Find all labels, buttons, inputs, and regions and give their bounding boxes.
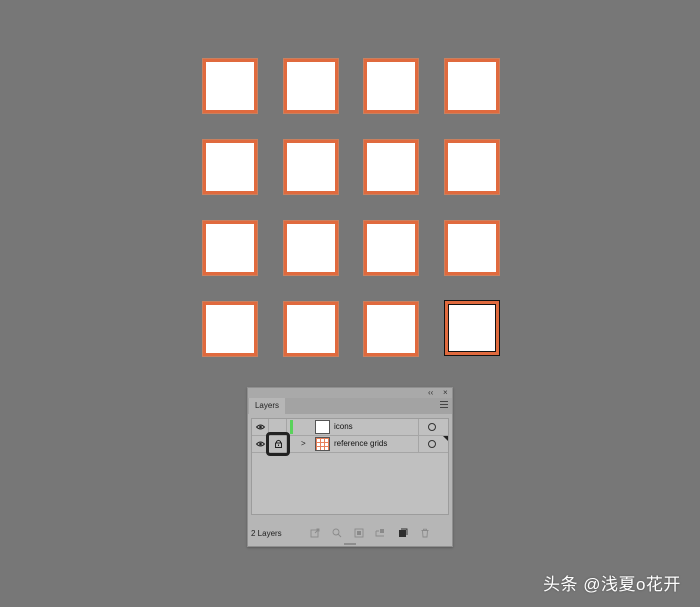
panel-footer: 2 Layers	[248, 526, 452, 542]
grid-tile[interactable]	[203, 221, 257, 275]
target-circle-icon[interactable]	[428, 440, 436, 448]
grid-tile[interactable]	[364, 221, 418, 275]
layer-color-indicator	[290, 420, 293, 434]
grid-tile[interactable]	[203, 302, 257, 356]
layers-count: 2 Layers	[251, 529, 282, 538]
grid-tile[interactable]	[284, 140, 338, 194]
selection-indicator	[443, 436, 448, 441]
layer-thumbnail	[315, 420, 330, 434]
export-icon[interactable]	[310, 528, 320, 538]
panel-title-bar[interactable]: ‹‹ ×	[248, 388, 452, 398]
layer-name[interactable]: icons	[334, 419, 353, 435]
layers-panel: ‹‹ × Layers icons > reference grids 2 La…	[247, 387, 453, 547]
panel-menu-icon[interactable]	[440, 401, 448, 410]
grid-tile[interactable]	[203, 59, 257, 113]
chevron-right-icon[interactable]: >	[301, 439, 306, 449]
layer-name[interactable]: reference grids	[334, 436, 387, 452]
locate-object-icon[interactable]	[332, 528, 342, 538]
target-circle-icon[interactable]	[428, 423, 436, 431]
grid-tile[interactable]	[445, 140, 499, 194]
grid-tile[interactable]	[284, 221, 338, 275]
tab-layers[interactable]: Layers	[249, 398, 285, 414]
new-sublayer-icon[interactable]	[375, 528, 385, 538]
grid-tile[interactable]	[284, 59, 338, 113]
panel-tab-row: Layers	[248, 398, 452, 414]
watermark: 头条 @浅夏o花开	[543, 575, 681, 594]
divider	[418, 436, 419, 452]
divider	[418, 419, 419, 435]
grid-tile[interactable]	[364, 302, 418, 356]
grid-tile[interactable]	[284, 302, 338, 356]
eye-icon	[256, 441, 265, 447]
collapse-panel-button[interactable]: ‹‹	[428, 388, 433, 398]
grid-tile[interactable]	[364, 140, 418, 194]
eye-icon	[256, 424, 265, 430]
layer-thumbnail	[315, 437, 330, 451]
grid-tile[interactable]	[203, 140, 257, 194]
trash-icon[interactable]	[420, 528, 430, 538]
close-panel-button[interactable]: ×	[443, 388, 448, 398]
grid-tile[interactable]	[364, 59, 418, 113]
clipping-mask-icon[interactable]	[354, 528, 364, 538]
selected-grid-tile[interactable]	[445, 301, 499, 355]
panel-resize-handle[interactable]	[344, 543, 356, 545]
grid-tile[interactable]	[445, 221, 499, 275]
lock-icon[interactable]	[274, 439, 283, 448]
grid-tile[interactable]	[445, 59, 499, 113]
new-layer-icon[interactable]	[398, 528, 408, 538]
